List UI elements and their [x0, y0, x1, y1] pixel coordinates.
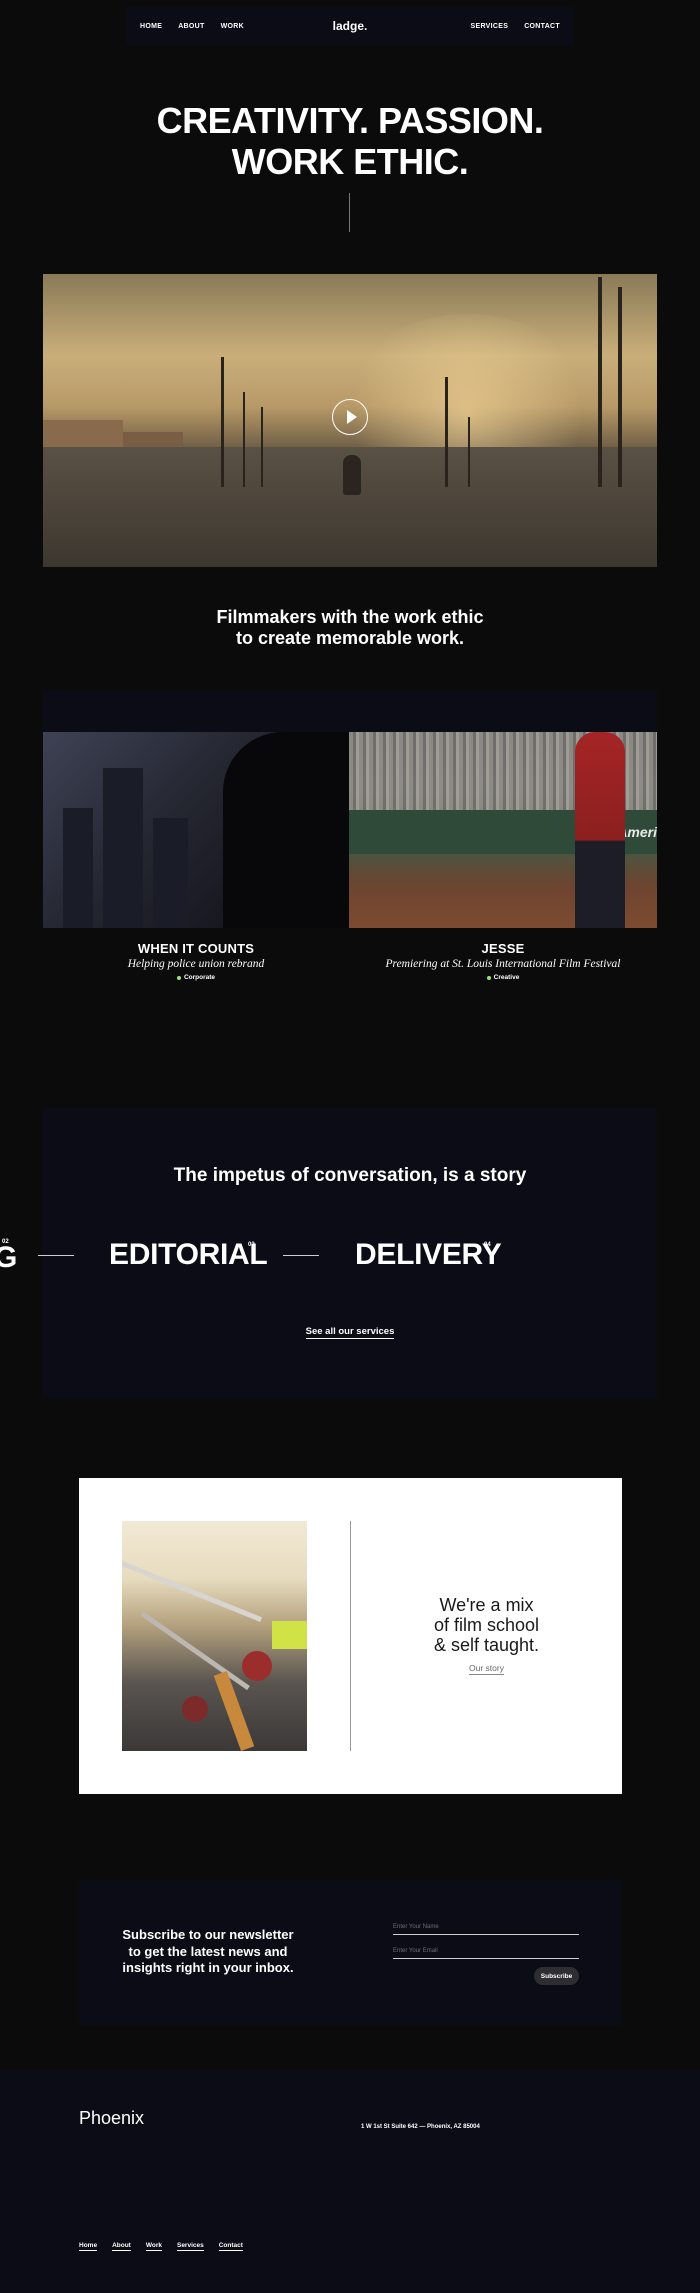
- service-number: 03: [248, 1242, 255, 1248]
- utility-pole: [618, 287, 622, 487]
- footer: Phoenix 1 W 1st St Suite 642 — Phoenix, …: [0, 2070, 700, 2293]
- work-card-tag: Creative: [349, 974, 657, 981]
- service-number: 04: [484, 1242, 491, 1248]
- site-logo[interactable]: ladge.: [333, 19, 368, 33]
- work-card-jesse[interactable]: Ameri: [349, 732, 657, 928]
- footer-city: Phoenix: [79, 2108, 145, 2128]
- nav-link-contact[interactable]: CONTACT: [524, 23, 560, 30]
- work-card-when-it-counts[interactable]: [43, 732, 349, 928]
- photo-part: [242, 1651, 272, 1681]
- tagline-line-2: to create memorable work.: [235, 628, 465, 648]
- photo-rod: [140, 1611, 250, 1691]
- building-shape: [103, 768, 143, 928]
- building-shape: [153, 818, 188, 928]
- utility-pole: [221, 357, 224, 487]
- player-figure: [575, 732, 625, 928]
- name-field[interactable]: Enter Your Name: [393, 1924, 579, 1935]
- work-card-tag: Corporate: [43, 974, 349, 981]
- tag-dot-icon: [486, 975, 491, 980]
- about-quote-line-2: of film school: [433, 1615, 540, 1635]
- about-quote-line-1: We're a mix: [439, 1595, 534, 1615]
- see-all-services: See all our services: [0, 1326, 700, 1339]
- work-card-title[interactable]: WHEN IT COUNTS: [43, 941, 349, 956]
- engine-photo: [122, 1521, 307, 1751]
- newsletter-section: Subscribe to our newsletter to get the l…: [79, 1880, 622, 2025]
- utility-pole: [598, 277, 602, 487]
- newsletter-message: Subscribe to our newsletter to get the l…: [122, 1927, 294, 1977]
- person-silhouette: [223, 732, 349, 928]
- footer-link-contact[interactable]: Contact: [218, 2242, 243, 2251]
- tagline-line-1: Filmmakers with the work ethic: [216, 607, 484, 627]
- footer-links: Home About Work Services Contact: [79, 2242, 243, 2251]
- utility-pole: [468, 417, 470, 487]
- services-title: The impetus of conversation, is a story: [173, 1165, 527, 1186]
- newsletter-line-2: to get the latest news and: [128, 1943, 288, 1959]
- photo-part: [272, 1621, 307, 1649]
- building-shape: [63, 808, 93, 928]
- photo-part: [182, 1696, 208, 1722]
- footer-link-services[interactable]: Services: [176, 2242, 204, 2251]
- nav-link-services[interactable]: SERVICES: [471, 23, 509, 30]
- service-fragment: G: [0, 1241, 18, 1274]
- utility-pole: [261, 407, 263, 487]
- service-number: 02: [2, 1239, 9, 1245]
- hero-video[interactable]: [43, 274, 657, 567]
- nav-link-work[interactable]: WORK: [221, 23, 244, 30]
- tag-dot-icon: [176, 975, 181, 980]
- service-delivery[interactable]: DELIVERY: [355, 1238, 502, 1272]
- service-divider: [283, 1255, 319, 1256]
- subscribe-button[interactable]: Subscribe: [534, 1967, 579, 1985]
- hero-title: CREATIVITY. PASSION. WORK ETHIC.: [0, 100, 700, 182]
- work-card-subtitle: Helping police union rebrand: [127, 958, 265, 970]
- see-all-services-link[interactable]: See all our services: [305, 1326, 395, 1339]
- newsletter-line-1: Subscribe to our newsletter: [122, 1927, 294, 1942]
- service-editorial[interactable]: EDITORIAL: [109, 1238, 268, 1272]
- about-card: We're a mix of film school & self taught…: [79, 1478, 622, 1794]
- work-card-title[interactable]: JESSE: [349, 941, 657, 956]
- nav-link-about[interactable]: ABOUT: [178, 23, 204, 30]
- tag-label: Corporate: [183, 974, 216, 981]
- footer-link-home[interactable]: Home: [79, 2242, 98, 2251]
- about-quote-line-3: & self taught.: [433, 1635, 540, 1655]
- hero-title-line-1: CREATIVITY. PASSION.: [156, 100, 544, 141]
- utility-pole: [243, 392, 245, 487]
- email-field[interactable]: Enter Your Email: [393, 1948, 579, 1959]
- photo-part: [213, 1671, 255, 1751]
- footer-address: 1 W 1st St Suite 642 — Phoenix, AZ 85004: [361, 2124, 480, 2130]
- scroll-indicator-line: [349, 193, 350, 232]
- tag-label: Creative: [493, 974, 520, 981]
- work-card-meta: JESSE Premiering at St. Louis Internatio…: [349, 941, 657, 981]
- nav-right: SERVICES CONTACT: [471, 23, 561, 30]
- newsletter-line-3: insights right in your inbox.: [122, 1960, 294, 1975]
- play-button[interactable]: [332, 398, 368, 435]
- footer-link-work[interactable]: Work: [145, 2242, 162, 2251]
- tagline: Filmmakers with the work ethic to create…: [0, 607, 700, 649]
- our-story: Our story: [351, 1663, 622, 1675]
- nav-link-home[interactable]: HOME: [140, 23, 162, 30]
- about-quote: We're a mix of film school & self taught…: [351, 1595, 622, 1655]
- work-card-meta: WHEN IT COUNTS Helping police union rebr…: [43, 941, 349, 981]
- work-card-subtitle: Premiering at St. Louis International Fi…: [385, 958, 621, 970]
- service-divider: [38, 1255, 74, 1256]
- our-story-link[interactable]: Our story: [469, 1663, 504, 1675]
- top-nav: HOME ABOUT WORK ladge. SERVICES CONTACT: [126, 7, 574, 45]
- runner-figure: [343, 455, 361, 495]
- nav-left: HOME ABOUT WORK: [140, 23, 244, 30]
- hero-title-line-2: WORK ETHIC.: [231, 141, 469, 182]
- utility-pole: [445, 377, 448, 487]
- footer-link-about[interactable]: About: [112, 2242, 131, 2251]
- work-section-band: [43, 690, 657, 732]
- services-carousel[interactable]: G 02 EDITORIAL 03 DELIVERY 04: [0, 1235, 700, 1275]
